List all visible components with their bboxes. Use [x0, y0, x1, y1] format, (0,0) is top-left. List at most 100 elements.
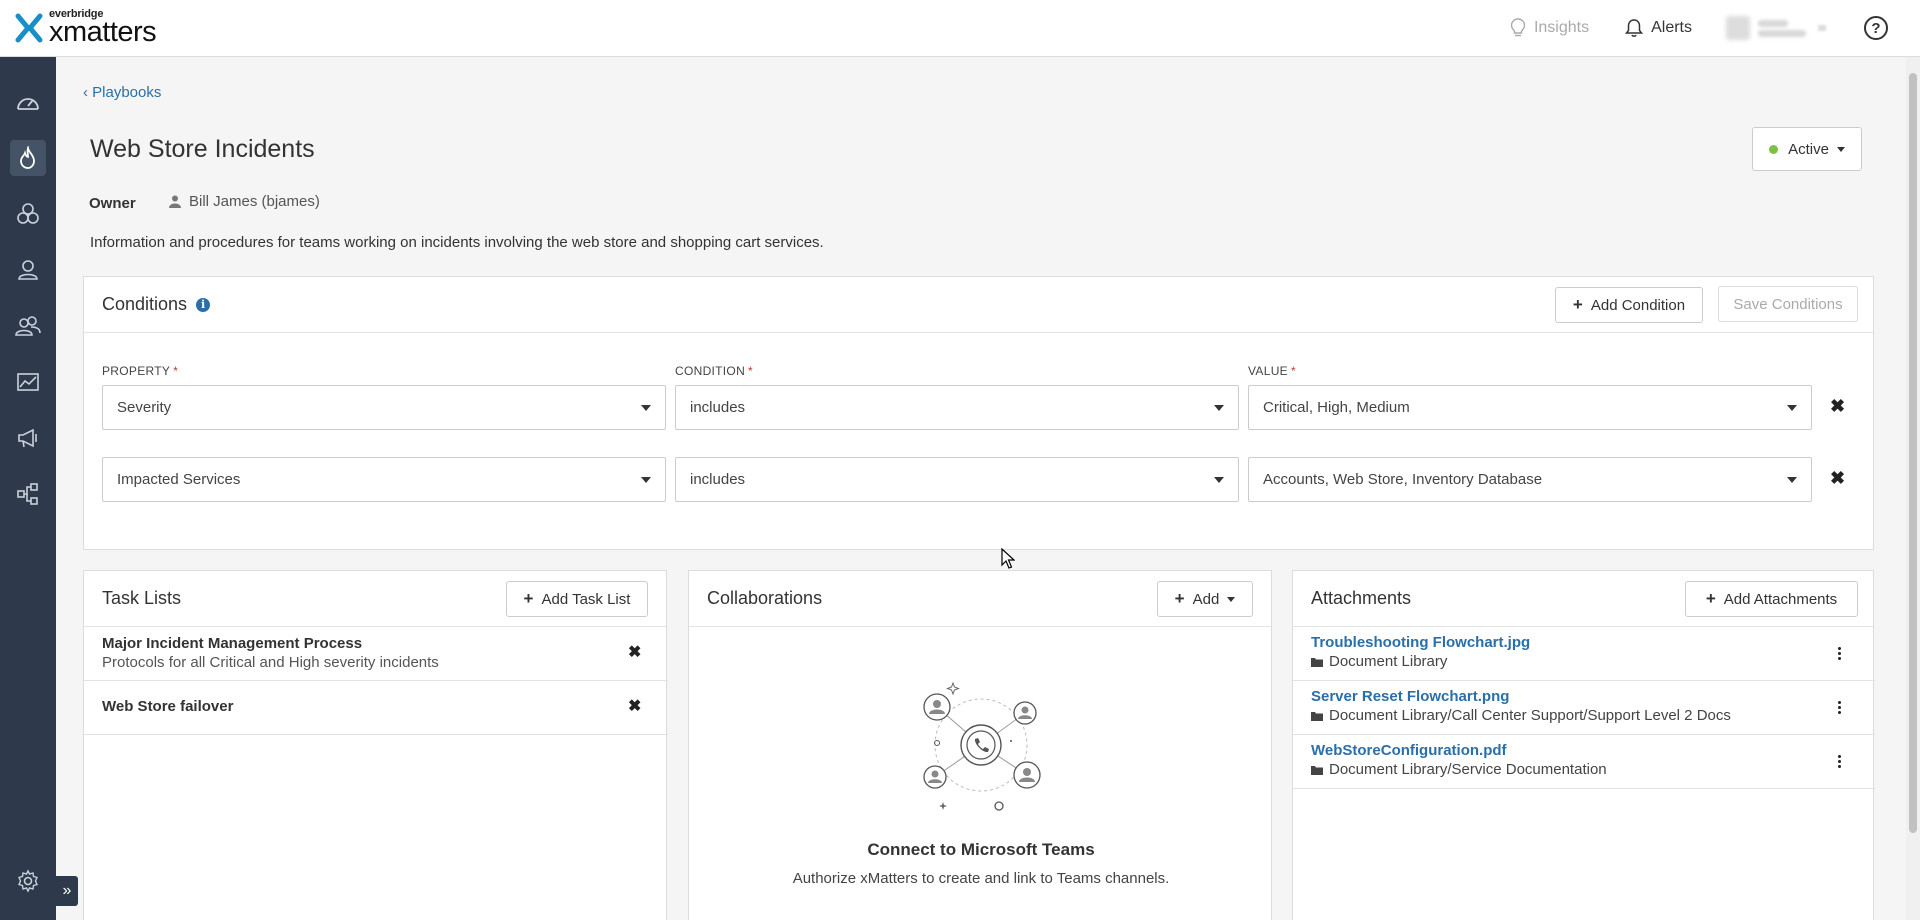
plus-icon: +: [1705, 589, 1716, 608]
teams-connect-illustration: [923, 681, 1041, 811]
list-item: Server Reset Flowchart.png Document Libr…: [1293, 681, 1875, 735]
attachments-title: Attachments: [1311, 588, 1412, 608]
chevron-down-icon: [1787, 405, 1797, 411]
remove-task-list-icon[interactable]: ✖: [628, 696, 641, 716]
chevron-down-icon: [641, 405, 651, 411]
chevron-down-icon: [641, 477, 651, 483]
logo-brand-big: xmatters: [49, 16, 157, 48]
megaphone-icon[interactable]: [10, 420, 46, 456]
dashboard-icon[interactable]: [10, 84, 46, 120]
collaborations-panel: Collaborations + Add Connect to Microsof…: [688, 570, 1272, 920]
connect-teams-title: Connect to Microsoft Teams: [867, 840, 1095, 859]
page-title: Web Store Incidents: [90, 135, 315, 163]
lightbulb-icon: [1510, 18, 1526, 37]
list-item: WebStoreConfiguration.pdf Document Libra…: [1293, 735, 1875, 789]
property-label: PROPERTY *: [102, 364, 179, 378]
property-select[interactable]: Impacted Services: [102, 457, 666, 502]
user-icon[interactable]: [10, 252, 46, 288]
chevron-down-icon: [1214, 405, 1224, 411]
sidebar: [0, 57, 56, 920]
attachment-link[interactable]: Troubleshooting Flowchart.jpg: [1311, 634, 1530, 651]
plus-icon: +: [1174, 589, 1185, 608]
plus-icon: +: [523, 589, 534, 608]
user-menu[interactable]: [1726, 16, 1826, 40]
mouse-cursor-icon: [1001, 548, 1015, 569]
list-item[interactable]: Web Store failover ✖: [84, 681, 668, 735]
more-options-icon[interactable]: [1837, 646, 1841, 661]
teams-icon[interactable]: [10, 308, 46, 344]
logo-x-icon: [15, 13, 43, 43]
collaborations-title: Collaborations: [707, 588, 823, 608]
folder-icon: [1311, 657, 1323, 667]
list-item[interactable]: Major Incident Management Process Protoc…: [84, 627, 668, 681]
owner-name: Bill James (bjames): [189, 193, 320, 210]
connect-teams-subtitle: Authorize xMatters to create and link to…: [792, 870, 1170, 887]
chevron-down-icon: [1836, 146, 1845, 152]
owner-label: Owner: [89, 195, 136, 212]
task-lists-panel: Task Lists + Add Task List Major Incident…: [83, 570, 668, 920]
task-list-title: Major Incident Management Process: [102, 635, 363, 652]
list-item: Troubleshooting Flowchart.jpg Document L…: [1293, 627, 1875, 681]
scrollbar[interactable]: [1906, 57, 1920, 920]
person-icon: [169, 195, 181, 208]
remove-condition-icon[interactable]: ✖: [1830, 396, 1845, 417]
task-list-title: Web Store failover: [102, 698, 234, 715]
avatar: [1726, 16, 1750, 40]
main-content: ‹ Playbooks Web Store Incidents Active O…: [56, 57, 1920, 920]
info-icon[interactable]: i: [196, 297, 211, 312]
breadcrumb[interactable]: ‹ Playbooks: [83, 84, 161, 101]
alerts-link[interactable]: Alerts: [1625, 18, 1692, 38]
more-options-icon[interactable]: [1837, 754, 1841, 769]
task-lists-title: Task Lists: [102, 588, 182, 608]
status-label: Active: [1788, 140, 1829, 158]
folder-icon: [1311, 765, 1323, 775]
attachment-path: Document Library/Call Center Support/Sup…: [1311, 707, 1731, 724]
playbook-description: Information and procedures for teams wor…: [90, 234, 824, 251]
condition-select[interactable]: includes: [675, 457, 1239, 502]
groups-icon[interactable]: [10, 196, 46, 232]
bell-icon: [1625, 19, 1644, 37]
insights-link[interactable]: Insights: [1510, 18, 1589, 38]
condition-label: CONDITION *: [675, 364, 754, 378]
settings-icon[interactable]: [10, 863, 46, 899]
attachment-path: Document Library/Service Documentation: [1311, 761, 1607, 778]
task-list-subtitle: Protocols for all Critical and High seve…: [102, 654, 439, 671]
attachment-link[interactable]: WebStoreConfiguration.pdf: [1311, 742, 1507, 759]
status-dropdown[interactable]: Active: [1752, 127, 1862, 171]
conditions-title: Conditions: [102, 294, 188, 314]
property-select[interactable]: Severity: [102, 385, 666, 430]
reports-icon[interactable]: [10, 364, 46, 400]
flame-icon[interactable]: [10, 140, 46, 176]
chevron-down-icon: [1214, 477, 1224, 483]
more-options-icon[interactable]: [1837, 700, 1841, 715]
insights-label: Insights: [1533, 19, 1590, 36]
add-task-list-button[interactable]: + Add Task List: [506, 581, 648, 617]
scrollbar-thumb[interactable]: [1909, 73, 1917, 833]
chevron-down-icon: [1227, 596, 1236, 602]
add-collaboration-button[interactable]: + Add: [1157, 581, 1253, 617]
condition-select[interactable]: includes: [675, 385, 1239, 430]
attachment-path: Document Library: [1311, 653, 1447, 670]
help-icon[interactable]: ?: [1864, 16, 1888, 40]
status-dot: [1769, 144, 1779, 154]
conditions-panel: Conditions i + Add Condition Save Conditi…: [83, 276, 1874, 550]
value-select[interactable]: Critical, High, Medium: [1248, 385, 1812, 430]
top-bar: everbridge xmatters Insights Alerts ?: [0, 0, 1920, 57]
value-label: VALUE *: [1248, 364, 1296, 378]
folder-icon: [1311, 711, 1323, 721]
alerts-label: Alerts: [1651, 19, 1692, 36]
workflows-icon[interactable]: [10, 476, 46, 512]
add-condition-button[interactable]: + Add Condition: [1555, 287, 1703, 323]
plus-icon: +: [1572, 295, 1583, 314]
attachments-panel: Attachments + Add Attachments Troubleshoo…: [1292, 570, 1875, 920]
save-conditions-button[interactable]: Save Conditions: [1718, 286, 1858, 322]
remove-task-list-icon[interactable]: ✖: [628, 642, 641, 662]
chevron-down-icon: [1818, 25, 1826, 31]
value-select[interactable]: Accounts, Web Store, Inventory Database: [1248, 457, 1812, 502]
xmatters-logo[interactable]: everbridge xmatters: [15, 9, 157, 48]
owner-value[interactable]: Bill James (bjames): [169, 193, 320, 210]
remove-condition-icon[interactable]: ✖: [1830, 468, 1845, 489]
add-attachments-button[interactable]: + Add Attachments: [1685, 581, 1858, 617]
chevron-down-icon: [1787, 477, 1797, 483]
attachment-link[interactable]: Server Reset Flowchart.png: [1311, 688, 1509, 705]
